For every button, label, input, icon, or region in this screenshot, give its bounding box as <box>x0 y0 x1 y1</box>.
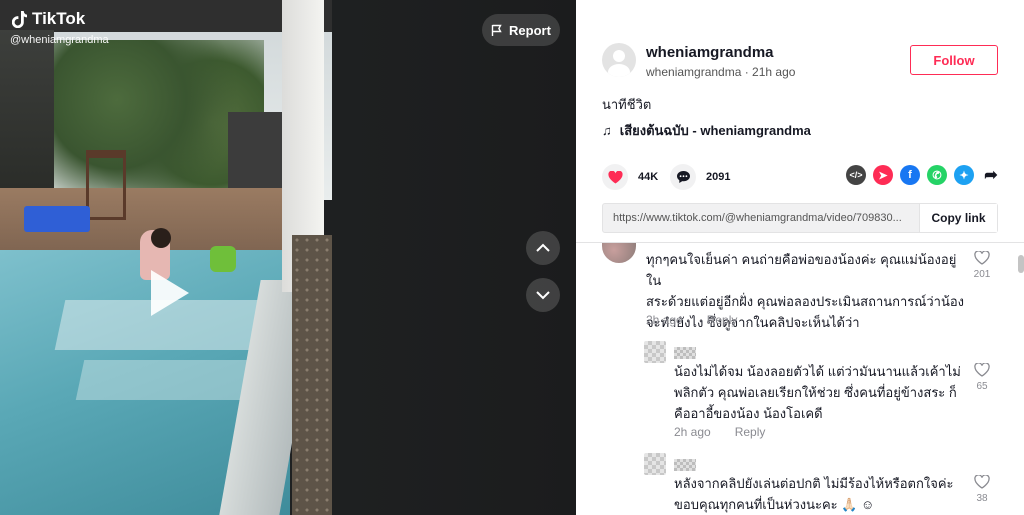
comment-username[interactable] <box>674 347 696 359</box>
flag-icon <box>491 24 502 36</box>
video-pane: TikTok @wheniamgrandma Report <box>0 0 576 515</box>
comment-like-count: 65 <box>976 381 988 392</box>
comment-line: หลังจากคลิปยังเล่นต่อปกติ ไม่มีร้องไห้หร… <box>674 476 954 491</box>
heart-icon <box>602 164 628 190</box>
heart-outline-icon <box>974 475 990 489</box>
comment-list: ทุกๆคนใจเย็นค่า คนถ่ายคือพ่อของน้องค่ะ ค… <box>576 243 1024 515</box>
comment-icon <box>670 164 696 190</box>
video-scene-toy <box>210 246 236 272</box>
whatsapp-icon[interactable]: ✆ <box>927 165 947 185</box>
share-row: </> ➤ f ✆ ✦ ➦ <box>846 165 1001 185</box>
video-scene-step <box>75 360 255 400</box>
reply-button[interactable]: Reply <box>707 313 738 327</box>
logo-text: TikTok <box>32 9 86 28</box>
comment-meta: 2h ago Reply <box>674 425 765 439</box>
author-name[interactable]: wheniamgrandma <box>646 44 774 61</box>
comment-line: สระด้วยแต่อยู่อีกฝั่ง คุณพ่อลองประเมินสถ… <box>646 294 964 309</box>
video-scene-tub <box>24 206 90 232</box>
video-scene-chair <box>86 150 126 220</box>
comment-text: น้องไม่ได้จม น้องลอยตัวได้ แต่ว่ามันนานแ… <box>674 361 966 424</box>
report-label: Report <box>509 22 551 38</box>
comment-item: ทุกๆคนใจเย็นค่า คนถ่ายคือพ่อของน้องค่ะ ค… <box>576 243 1024 333</box>
next-video-button[interactable] <box>526 278 560 312</box>
video-scene-child-head <box>151 228 171 248</box>
reply-button[interactable]: Reply <box>735 425 766 439</box>
video-link-box: https://www.tiktok.com/@wheniamgrandma/v… <box>602 203 998 233</box>
comment-like[interactable]: 201 <box>970 251 994 280</box>
comment-count: 2091 <box>706 171 731 183</box>
comment-item: หลังจากคลิปยังเล่นต่อปกติ ไม่มีร้องไห้หร… <box>576 451 1024 515</box>
watermark-handle: @wheniamgrandma <box>10 34 109 46</box>
comment-line: ขอบคุณทุกคนที่เป็นห่วงนะคะ 🙏🏻 ☺ <box>674 497 875 512</box>
video-link-url[interactable]: https://www.tiktok.com/@wheniamgrandma/v… <box>603 212 919 224</box>
comment-avatar[interactable] <box>644 341 666 363</box>
embed-icon[interactable]: </> <box>846 165 866 185</box>
comment-username[interactable] <box>674 459 696 471</box>
comment-button[interactable]: 2091 <box>670 164 730 190</box>
comment-line: น้องไม่ได้จม น้องลอยตัวได้ แต่ว่ามันนานแ… <box>674 364 961 379</box>
previous-video-button[interactable] <box>526 231 560 265</box>
comment-item: น้องไม่ได้จม น้องลอยตัวได้ แต่ว่ามันนานแ… <box>576 339 1024 451</box>
video-scene-pebbles <box>292 235 332 515</box>
copy-link-button[interactable]: Copy link <box>919 204 997 232</box>
comment-line: ทุกๆคนใจเย็นค่า คนถ่ายคือพ่อของน้องค่ะ ค… <box>646 252 957 288</box>
like-button[interactable]: 44K <box>602 164 658 190</box>
comment-like[interactable]: 65 <box>970 363 994 392</box>
play-icon[interactable] <box>151 270 189 316</box>
comment-time: 2h ago <box>674 425 711 439</box>
video-scene-gate <box>228 112 282 190</box>
report-button[interactable]: Report <box>482 14 560 46</box>
tiktok-video-page: TikTok @wheniamgrandma Report wheniamgra… <box>0 0 1024 515</box>
video-player[interactable]: TikTok @wheniamgrandma <box>0 0 332 515</box>
comment-line: พลิกตัว คุณพ่อเลยเรียกให้ช่วย ซึ่งคนที่อ… <box>674 385 957 400</box>
comment-like[interactable]: 38 <box>970 475 994 504</box>
music-note-icon: ♫ <box>602 123 612 138</box>
comment-text: หลังจากคลิปยังเล่นต่อปกติ ไม่มีร้องไห้หร… <box>674 473 966 515</box>
comment-line: คืออาอี้ของน้อง น้องโอเคดี <box>674 406 823 421</box>
comments-scrollbar[interactable] <box>1018 255 1024 273</box>
tiktok-logo: TikTok <box>12 9 85 29</box>
comment-like-count: 38 <box>976 493 988 504</box>
info-pane: wheniamgrandma wheniamgrandma · 21h ago … <box>576 0 1024 515</box>
author-avatar[interactable] <box>602 43 636 77</box>
share-arrow-icon[interactable]: ➦ <box>981 165 1001 185</box>
send-icon[interactable]: ➤ <box>873 165 893 185</box>
follow-button[interactable]: Follow <box>910 45 998 75</box>
heart-outline-icon <box>974 251 990 265</box>
twitter-icon[interactable]: ✦ <box>954 165 974 185</box>
comment-meta: 2h ago Reply <box>646 313 737 327</box>
tiktok-note-icon <box>12 11 27 28</box>
comment-like-count: 201 <box>973 269 991 280</box>
video-caption: นาทีชีวิต <box>602 97 652 112</box>
chevron-down-icon <box>536 291 550 300</box>
like-count: 44K <box>638 171 659 183</box>
music-title: เสียงต้นฉบับ - wheniamgrandma <box>619 123 811 138</box>
music-link[interactable]: ♫ เสียงต้นฉบับ - wheniamgrandma <box>602 120 811 141</box>
comment-avatar[interactable] <box>602 243 636 263</box>
author-subtitle: wheniamgrandma · 21h ago <box>646 65 796 79</box>
comment-time: 2h ago <box>646 313 683 327</box>
facebook-icon[interactable]: f <box>900 165 920 185</box>
comment-avatar[interactable] <box>644 453 666 475</box>
heart-outline-icon <box>974 363 990 377</box>
chevron-up-icon <box>536 243 550 252</box>
